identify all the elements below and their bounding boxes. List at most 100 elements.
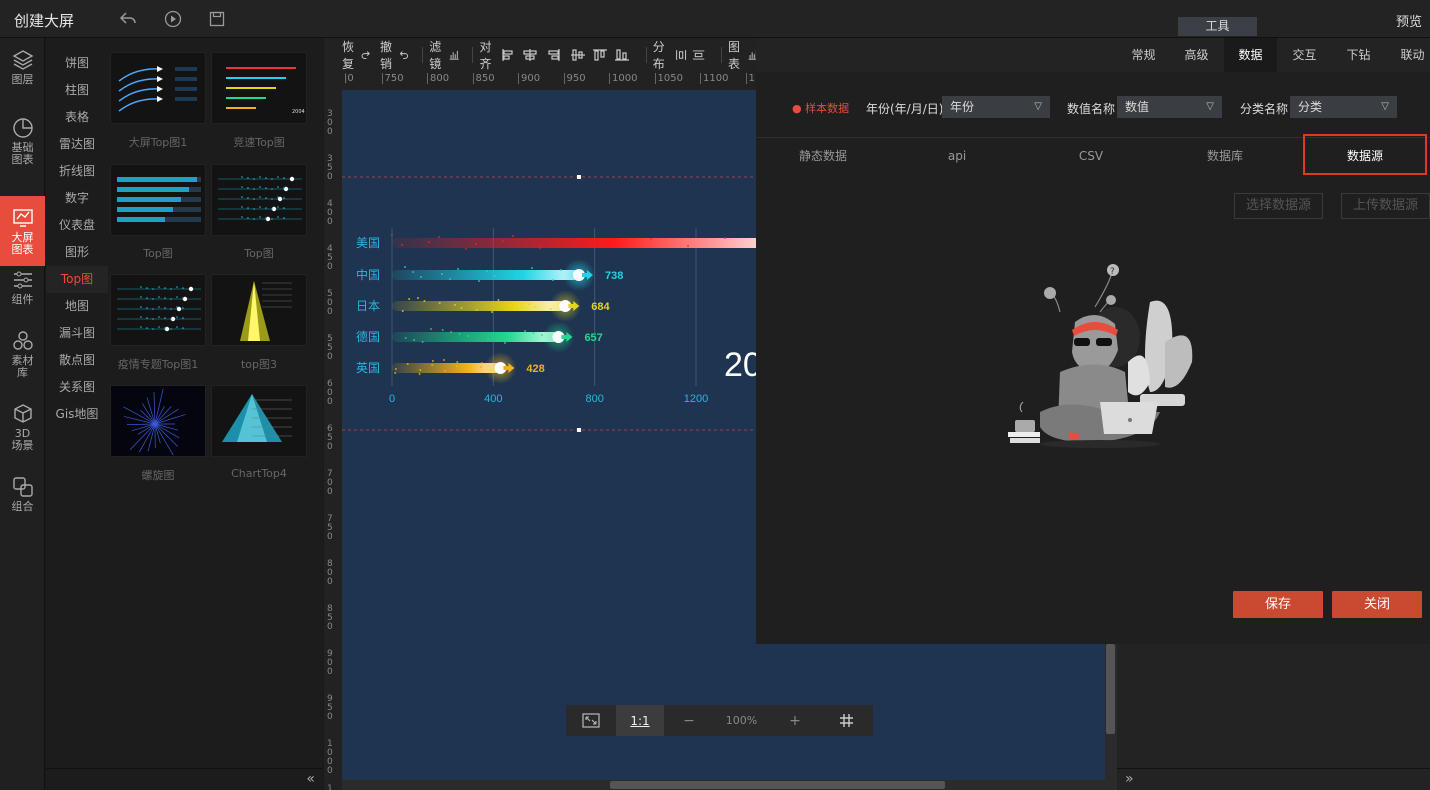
x-tick-label: 0 bbox=[389, 393, 395, 405]
chart-thumbnail[interactable]: 2004 bbox=[211, 52, 307, 124]
filter-icon bbox=[449, 50, 459, 60]
collapse-right-icon[interactable]: » bbox=[1117, 768, 1430, 790]
svg-text:2004: 2004 bbox=[292, 109, 305, 115]
particle bbox=[419, 369, 422, 371]
category-item[interactable]: 关系图 bbox=[46, 374, 108, 401]
category-item[interactable]: 图形 bbox=[46, 239, 108, 266]
particle bbox=[430, 328, 432, 330]
category-select[interactable]: 分类 ▽ bbox=[1290, 96, 1397, 118]
category-item[interactable]: 地图 bbox=[46, 293, 108, 320]
source-tab[interactable]: 数据库 bbox=[1158, 140, 1292, 172]
distribute-label: 分布 bbox=[652, 40, 665, 71]
bar[interactable] bbox=[392, 270, 579, 280]
thumbnail-caption: Top图 bbox=[244, 247, 274, 260]
preview-button[interactable]: 预览 bbox=[1396, 11, 1422, 30]
tab-1[interactable]: 高级 bbox=[1170, 38, 1223, 72]
chart-thumbnail[interactable] bbox=[110, 164, 206, 236]
nav-hexagons[interactable]: 素材 库 bbox=[0, 320, 45, 388]
particle bbox=[441, 329, 444, 331]
chart-button[interactable]: 图表 bbox=[728, 38, 758, 72]
source-tab[interactable]: CSV bbox=[1024, 140, 1158, 172]
zoom-out-button[interactable]: − bbox=[664, 705, 714, 736]
category-item[interactable]: 数字 bbox=[46, 185, 108, 212]
select-source-button[interactable]: 选择数据源 bbox=[1234, 193, 1323, 219]
particle bbox=[431, 360, 434, 362]
nav-pie-chart[interactable]: 基础 图表 bbox=[0, 112, 45, 170]
ratio-button[interactable]: 1:1 bbox=[616, 705, 664, 736]
horizontal-scroll-thumb[interactable] bbox=[610, 781, 945, 789]
nav-label: 组件 bbox=[11, 292, 34, 306]
chart-thumbnail[interactable] bbox=[211, 164, 307, 236]
chart-thumbnail[interactable] bbox=[211, 274, 307, 346]
back-icon[interactable] bbox=[118, 9, 138, 29]
category-item[interactable]: Gis地图 bbox=[46, 401, 108, 428]
zoom-in-button[interactable]: + bbox=[769, 705, 821, 736]
align-button[interactable]: 对齐 bbox=[479, 38, 491, 72]
tab-5[interactable]: 联动 bbox=[1386, 38, 1430, 72]
selection-handle[interactable] bbox=[577, 175, 581, 179]
particle bbox=[504, 342, 506, 344]
ruler-tick-label: 450 bbox=[327, 244, 333, 272]
upload-source-button[interactable]: 上传数据源 bbox=[1341, 193, 1430, 219]
particle bbox=[401, 244, 403, 246]
nav-combine[interactable]: 组合 bbox=[0, 466, 45, 522]
category-item[interactable]: 雷达图 bbox=[46, 131, 108, 158]
nav-bigscreen-chart[interactable]: 大屏 图表 bbox=[0, 196, 45, 266]
redo-button[interactable]: 恢复 bbox=[342, 38, 371, 72]
tool-badge[interactable]: 工具 bbox=[1178, 17, 1257, 36]
category-item[interactable]: 散点图 bbox=[46, 347, 108, 374]
year-select[interactable]: 年份 ▽ bbox=[942, 96, 1050, 118]
particle bbox=[495, 340, 498, 342]
category-item[interactable]: 漏斗图 bbox=[46, 320, 108, 347]
nav-layers[interactable]: 图层 bbox=[0, 38, 45, 96]
category-item[interactable]: 饼图 bbox=[46, 50, 108, 77]
category-item[interactable]: 表格 bbox=[46, 104, 108, 131]
tab-2[interactable]: 数据 bbox=[1224, 38, 1277, 72]
selection-handle[interactable] bbox=[577, 428, 581, 432]
category-item[interactable]: 折线图 bbox=[46, 158, 108, 185]
save-icon[interactable] bbox=[207, 9, 227, 29]
source-tab[interactable]: 静态数据 bbox=[756, 140, 890, 172]
particle bbox=[467, 335, 469, 337]
tab-0[interactable]: 常规 bbox=[1117, 38, 1170, 72]
category-item[interactable]: 柱图 bbox=[46, 77, 108, 104]
fit-screen-icon[interactable] bbox=[566, 705, 616, 736]
bar[interactable] bbox=[392, 301, 566, 311]
x-tick-label: 800 bbox=[585, 393, 603, 405]
nav-cube[interactable]: 3D 场景 bbox=[0, 392, 45, 462]
x-tick-label: 1200 bbox=[684, 393, 708, 405]
pie-chart-icon bbox=[12, 117, 33, 138]
category-select-value: 分类 bbox=[1298, 100, 1323, 114]
top-chart[interactable]: 0 400 800 1200 美国中国 738日本 684德国 657英国 428 20 bbox=[342, 90, 762, 780]
app-title: 创建大屏 bbox=[14, 12, 75, 30]
chart-thumbnail[interactable] bbox=[110, 385, 206, 457]
particle bbox=[443, 370, 446, 372]
vertical-scroll-thumb[interactable] bbox=[1106, 644, 1115, 734]
grid-icon[interactable] bbox=[821, 705, 871, 736]
nav-sliders[interactable]: 组件 bbox=[0, 259, 45, 315]
value-field-label: 数值名称 bbox=[1067, 102, 1116, 116]
close-button[interactable]: 关闭 bbox=[1332, 591, 1422, 618]
tab-3[interactable]: 交互 bbox=[1278, 38, 1331, 72]
chart-thumbnail[interactable] bbox=[110, 52, 206, 124]
category-item[interactable]: 仪表盘 bbox=[46, 212, 108, 239]
category-item[interactable]: Top图 bbox=[46, 266, 108, 293]
category-label: 英国 bbox=[356, 361, 380, 375]
align-icons[interactable] bbox=[501, 48, 633, 62]
particle bbox=[534, 306, 537, 308]
tab-4[interactable]: 下钻 bbox=[1332, 38, 1385, 72]
filter-button[interactable]: 滤镜 bbox=[429, 38, 459, 72]
play-icon[interactable] bbox=[163, 9, 183, 29]
collapse-left-icon[interactable]: « bbox=[46, 768, 323, 790]
source-tab[interactable]: 数据源 bbox=[1303, 134, 1427, 175]
source-tab[interactable]: api bbox=[890, 140, 1024, 172]
undo-button[interactable]: 撤销 bbox=[380, 38, 409, 72]
nav-label: 基础 图表 bbox=[11, 140, 34, 166]
value-select[interactable]: 数值 ▽ bbox=[1117, 96, 1222, 118]
chart-thumbnail[interactable] bbox=[110, 274, 206, 346]
combine-icon bbox=[12, 476, 33, 497]
filter-label: 滤镜 bbox=[429, 40, 442, 71]
chart-thumbnail[interactable] bbox=[211, 385, 307, 457]
save-button[interactable]: 保存 bbox=[1233, 591, 1323, 618]
distribute-button[interactable]: 分布 bbox=[653, 38, 708, 72]
